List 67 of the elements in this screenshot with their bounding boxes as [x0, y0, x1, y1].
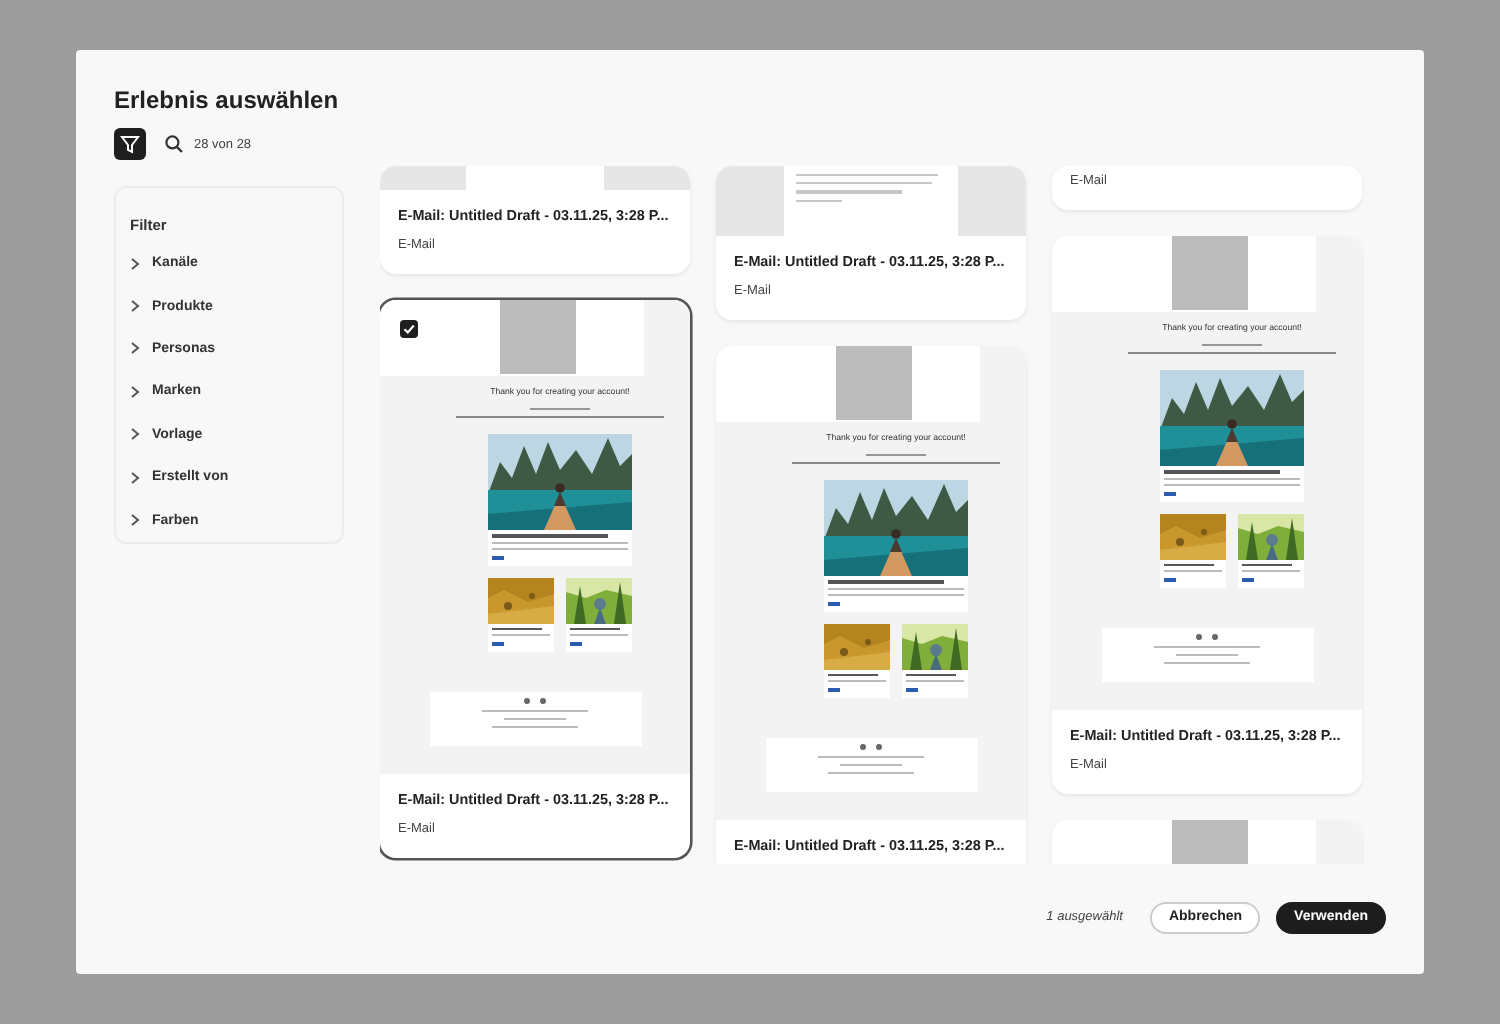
filter-button[interactable]	[114, 128, 146, 160]
chevron-icon	[130, 385, 140, 398]
text-line	[492, 534, 608, 538]
text-line	[1164, 662, 1250, 665]
text-line	[796, 182, 931, 185]
text-line	[828, 772, 914, 775]
social-icon	[860, 744, 866, 751]
text-line	[796, 190, 901, 194]
social-icon	[524, 698, 530, 705]
chevron-icon	[130, 471, 140, 484]
text-line	[1164, 563, 1214, 567]
logo-placeholder	[835, 346, 911, 420]
text-line	[492, 634, 550, 637]
text-line	[1242, 570, 1300, 573]
cta-bar	[570, 642, 582, 647]
text-line	[1242, 563, 1292, 567]
chevron-icon	[130, 514, 140, 527]
text-line	[570, 627, 620, 631]
text-line	[828, 673, 878, 677]
social-icon	[1212, 634, 1218, 641]
cta-bar	[906, 688, 918, 693]
chevron-icon	[130, 300, 140, 313]
text-line	[828, 680, 886, 683]
text-line	[1164, 484, 1300, 487]
text-line	[906, 680, 964, 683]
logo-placeholder	[1171, 236, 1247, 310]
text-line	[818, 756, 924, 759]
text-line	[1201, 344, 1263, 347]
image-placeholder	[380, 166, 466, 190]
text-line	[828, 580, 944, 584]
text-line	[1154, 646, 1260, 649]
social-icon	[540, 698, 546, 705]
text-line	[1164, 470, 1280, 474]
chevron-icon	[130, 428, 140, 441]
text-line	[492, 627, 542, 631]
text-line	[839, 764, 903, 767]
text-line	[865, 454, 927, 457]
text-line	[529, 408, 591, 411]
text-line	[1175, 654, 1239, 657]
text-line	[1164, 477, 1300, 481]
image-placeholder	[716, 166, 784, 236]
social-icon	[876, 744, 882, 751]
chevron-icon	[130, 342, 140, 355]
cta-bar	[1164, 578, 1176, 583]
text-line	[828, 594, 964, 597]
cta-bar	[492, 642, 504, 647]
text-line	[828, 587, 964, 591]
cta-bar	[1242, 578, 1254, 583]
logo-placeholder	[499, 300, 575, 374]
text-line	[796, 199, 841, 202]
text-line	[1164, 570, 1222, 573]
text-line	[492, 541, 628, 545]
checkbox[interactable]	[400, 320, 418, 338]
text-line	[492, 726, 578, 729]
image-placeholder	[604, 166, 690, 190]
image-placeholder	[958, 166, 1026, 236]
text-line	[906, 673, 956, 677]
chevron-icon	[130, 257, 140, 270]
text-line	[482, 710, 588, 713]
dialog-title: Erlebnis auswählen	[114, 86, 339, 114]
cta-bar	[828, 688, 840, 693]
social-icon	[1196, 634, 1202, 641]
text-line	[503, 718, 567, 721]
text-line	[570, 634, 628, 637]
text-line	[492, 548, 628, 551]
search-icon[interactable]	[164, 134, 184, 154]
text-line	[796, 174, 939, 177]
